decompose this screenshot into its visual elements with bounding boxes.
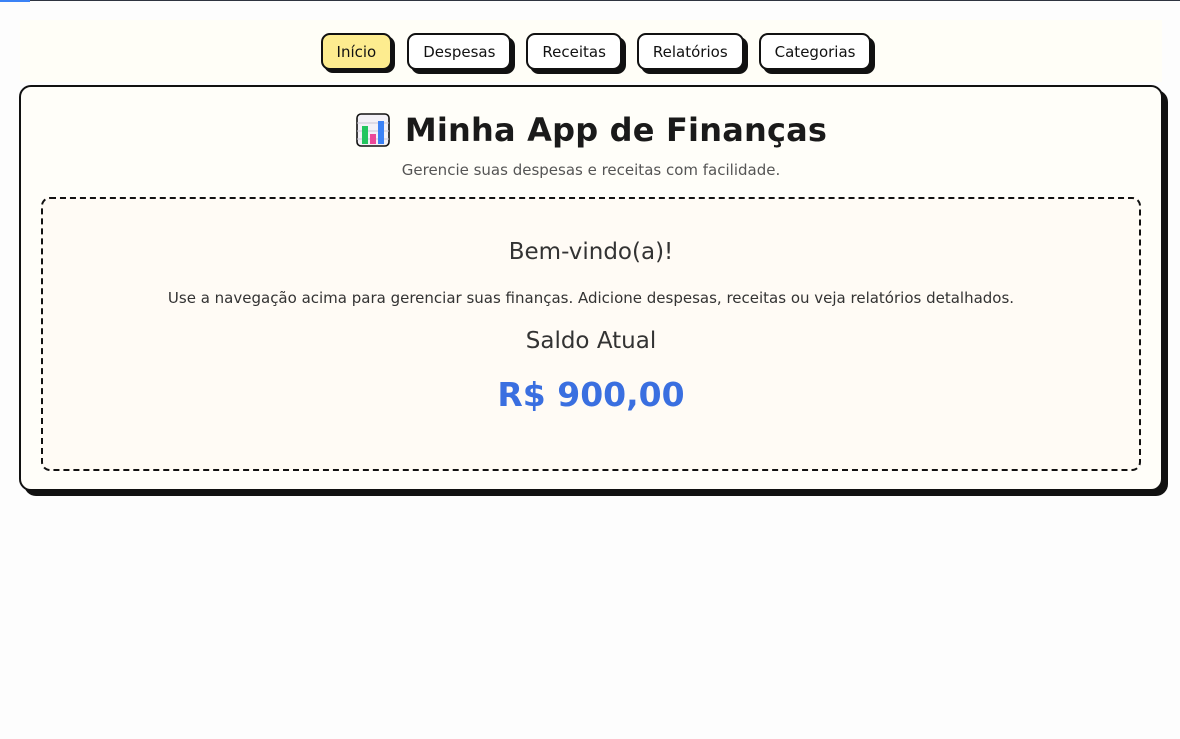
welcome-heading: Bem-vindo(a)! — [508, 239, 674, 265]
nav-tab-despesas[interactable]: Despesas — [407, 33, 512, 70]
balance-label: Saldo Atual — [525, 328, 657, 354]
nav-tab-relatorios[interactable]: Relatórios — [636, 33, 744, 70]
welcome-panel: Bem-vindo(a)! Use a navegação acima para… — [41, 197, 1141, 471]
main-card: Minha App de Finanças Gerencie suas desp… — [19, 85, 1163, 491]
header: Minha App de Finanças — [21, 111, 1161, 149]
welcome-description: Use a navegação acima para gerenciar sua… — [167, 289, 1015, 307]
page-title: Minha App de Finanças — [404, 111, 828, 149]
window-top-accent — [0, 0, 30, 2]
main-nav: Início Despesas Receitas Relatórios Cate… — [0, 33, 1180, 70]
nav-tab-receitas[interactable]: Receitas — [526, 33, 622, 70]
balance-value: R$ 900,00 — [497, 375, 685, 414]
nav-tab-categorias[interactable]: Categorias — [758, 33, 872, 70]
nav-tab-inicio[interactable]: Início — [320, 33, 393, 70]
page-subtitle: Gerencie suas despesas e receitas com fa… — [401, 161, 781, 179]
bar-chart-icon — [356, 113, 390, 147]
window-top-border — [0, 0, 1180, 1]
